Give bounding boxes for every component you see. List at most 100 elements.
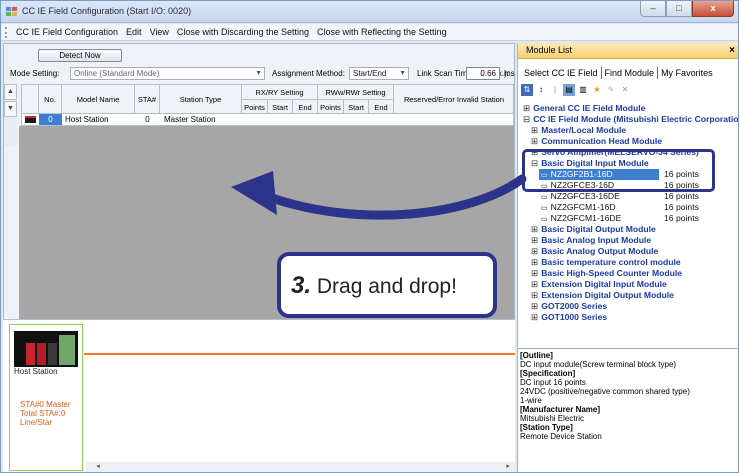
plc-module-image — [14, 331, 78, 367]
station-grid: No. Model Name STA# Station Type RX/RY S… — [21, 84, 514, 126]
tree-node-got1000[interactable]: ⊞ GOT1000 Series — [531, 312, 607, 323]
tree-node-general-cc-ie[interactable]: ⊞ General CC IE Field Module — [523, 103, 645, 114]
header-rxry-end: End — [293, 100, 318, 115]
link-scan-unit: ms — [504, 69, 515, 78]
specification-text: 24VDC (positive/negative common shared t… — [520, 387, 690, 396]
module-list-tabs: Select CC IE Field Find Module My Favori… — [521, 67, 716, 81]
row-model-name: Host Station — [65, 115, 109, 124]
sort-alpha-icon[interactable]: ↕ — [535, 84, 547, 96]
header-rww-points: Points — [318, 100, 344, 115]
scroll-left-icon[interactable]: ◂ — [92, 462, 104, 471]
tree-node-got2000[interactable]: ⊞ GOT2000 Series — [531, 301, 607, 312]
specification-text: 1-wire — [520, 396, 542, 405]
favorite-add-icon[interactable]: ✎ — [605, 84, 617, 96]
module-icon: ▭ — [541, 194, 548, 201]
tree-node-basic-analog-input[interactable]: ⊞ Basic Analog Input Module — [531, 235, 651, 246]
close-button[interactable]: x — [692, 1, 734, 17]
module-description: [Outline] DC input module(Screw terminal… — [518, 348, 738, 472]
menu-cc-ie-field-configuration[interactable]: CC IE Field Configuration — [12, 27, 122, 37]
tree-node-label: Master/Local Module — [541, 125, 627, 135]
expand-icon: ⊞ — [523, 103, 531, 113]
step-number: 3. — [291, 272, 312, 299]
tree-node-label: Communication Head Module — [541, 136, 662, 146]
sort-icon[interactable]: ⇅ — [521, 84, 533, 96]
manufacturer-text: Mitsubishi Electric — [520, 414, 585, 423]
favorite-star-icon[interactable]: ★ — [591, 84, 603, 96]
tree-leaf-nz2gfcm1-16d[interactable]: ▭ NZ2GFCM1-16D — [539, 202, 616, 213]
module-icon: ▭ — [541, 205, 548, 212]
app-icon — [6, 7, 17, 16]
tree-node-label: General CC IE Field Module — [533, 103, 646, 113]
expand-icon: ⊞ — [531, 125, 539, 135]
tree-node-label: NZ2GFCM1-16DE — [550, 213, 622, 223]
mode-setting-label: Mode Setting: — [10, 69, 60, 78]
minimize-button[interactable]: – — [640, 1, 666, 17]
tree-node-cc-ie-mitsubishi[interactable]: ⊟ CC IE Field Module (Mitsubishi Electric… — [523, 114, 738, 125]
table-row[interactable]: 0 Host Station 0 Master Station — [21, 114, 514, 126]
menu-edit[interactable]: Edit — [122, 27, 146, 37]
plc-slot — [48, 343, 57, 365]
instruction-callout: 3. Drag and drop! — [277, 252, 497, 318]
tab-find-module[interactable]: Find Module — [602, 67, 659, 79]
host-station-card[interactable]: Host Station STA#0 Master Total STA#:0 L… — [9, 324, 83, 471]
expand-icon: ⊞ — [531, 246, 539, 256]
tree-node-label: GOT1000 Series — [541, 312, 608, 322]
menu-view[interactable]: View — [146, 27, 173, 37]
diagram-horizontal-scrollbar[interactable]: ◂ ▸ — [86, 462, 515, 472]
expand-icon: ⊞ — [531, 136, 539, 146]
tree-leaf-nz2gfcm1-16de[interactable]: ▭ NZ2GFCM1-16DE — [539, 213, 621, 224]
station-info-line2: Total STA#:0 — [20, 409, 66, 418]
header-icon-col — [22, 85, 39, 113]
tree-node-basic-digital-output[interactable]: ⊞ Basic Digital Output Module — [531, 224, 656, 235]
settings-row: Mode Setting: Online (Standard Mode) ▼ A… — [8, 66, 516, 82]
tree-node-basic-temperature[interactable]: ⊞ Basic temperature control module — [531, 257, 681, 268]
scroll-right-icon[interactable]: ▸ — [502, 462, 514, 471]
link-scan-value: 0.66 — [466, 67, 500, 80]
header-rxry-start: Start — [268, 100, 293, 115]
detect-now-button[interactable]: Detect Now — [38, 49, 122, 62]
assignment-method-select[interactable]: Start/End ▼ — [349, 67, 409, 80]
tab-select-cc-ie-field[interactable]: Select CC IE Field — [521, 67, 602, 79]
menu-close-discard[interactable]: Close with Discarding the Setting — [173, 27, 313, 37]
module-list-title: Module List — [526, 45, 573, 55]
module-list-close-button[interactable]: × — [729, 43, 735, 58]
tree-node-extension-digital-output[interactable]: ⊞ Extension Digital Output Module — [531, 290, 674, 301]
chevron-down-icon: ▼ — [255, 70, 262, 77]
station-info-line3: Line/Star — [20, 418, 53, 427]
tree-node-basic-analog-output[interactable]: ⊞ Basic Analog Output Module — [531, 246, 658, 257]
tree-node-communication-head[interactable]: ⊞ Communication Head Module — [531, 136, 662, 147]
title-bar: CC IE Field Configuration (Start I/O: 00… — [1, 1, 738, 23]
delete-icon[interactable]: ✕ — [619, 84, 631, 96]
window-title: CC IE Field Configuration (Start I/O: 00… — [22, 6, 192, 16]
station-type-heading: [Station Type] — [520, 423, 573, 432]
tree-node-basic-high-speed-counter[interactable]: ⊞ Basic High-Speed Counter Module — [531, 268, 682, 279]
assignment-method-label: Assignment Method: — [272, 69, 345, 78]
tree-node-label: Basic temperature control module — [541, 257, 681, 267]
tree-node-label: NZ2GFCE3-16DE — [550, 191, 620, 201]
expand-icon: ⊞ — [531, 235, 539, 245]
expand-icon: ⊞ — [531, 312, 539, 322]
header-rww-end: End — [369, 100, 394, 115]
grid-header: No. Model Name STA# Station Type RX/RY S… — [21, 84, 514, 115]
move-down-button[interactable]: ▼ — [4, 101, 17, 117]
toolbar-grip[interactable] — [5, 26, 8, 38]
expand-icon[interactable]: ▥ — [577, 84, 589, 96]
module-tree: ⊞ General CC IE Field Module ⊟ CC IE Field… — [521, 100, 738, 345]
collapse-icon[interactable]: ▤ — [563, 84, 575, 96]
row-no: 0 — [39, 114, 62, 125]
window-controls: – □ x — [640, 1, 734, 18]
header-reserved: Reserved/Error Invalid Station — [403, 94, 505, 104]
assignment-method-value: Start/End — [353, 69, 387, 78]
mode-setting-select[interactable]: Online (Standard Mode) ▼ — [70, 67, 265, 80]
network-link-line — [84, 353, 515, 355]
menu-close-reflect[interactable]: Close with Reflecting the Setting — [313, 27, 451, 37]
tree-node-master-local[interactable]: ⊞ Master/Local Module — [531, 125, 626, 136]
header-rxry: RX/RY Setting — [242, 85, 318, 100]
tab-my-favorites[interactable]: My Favorites — [658, 67, 716, 79]
maximize-button[interactable]: □ — [666, 1, 692, 17]
tree-node-extension-digital-input[interactable]: ⊞ Extension Digital Input Module — [531, 279, 667, 290]
plc-slot — [37, 343, 46, 365]
move-up-button[interactable]: ▲ — [4, 84, 17, 100]
module-list-toolbar: ⇅ ↕ | ▤ ▥ ★ ✎ ✕ — [521, 84, 631, 97]
tree-leaf-nz2gfce3-16de[interactable]: ▭ NZ2GFCE3-16DE — [539, 191, 620, 202]
